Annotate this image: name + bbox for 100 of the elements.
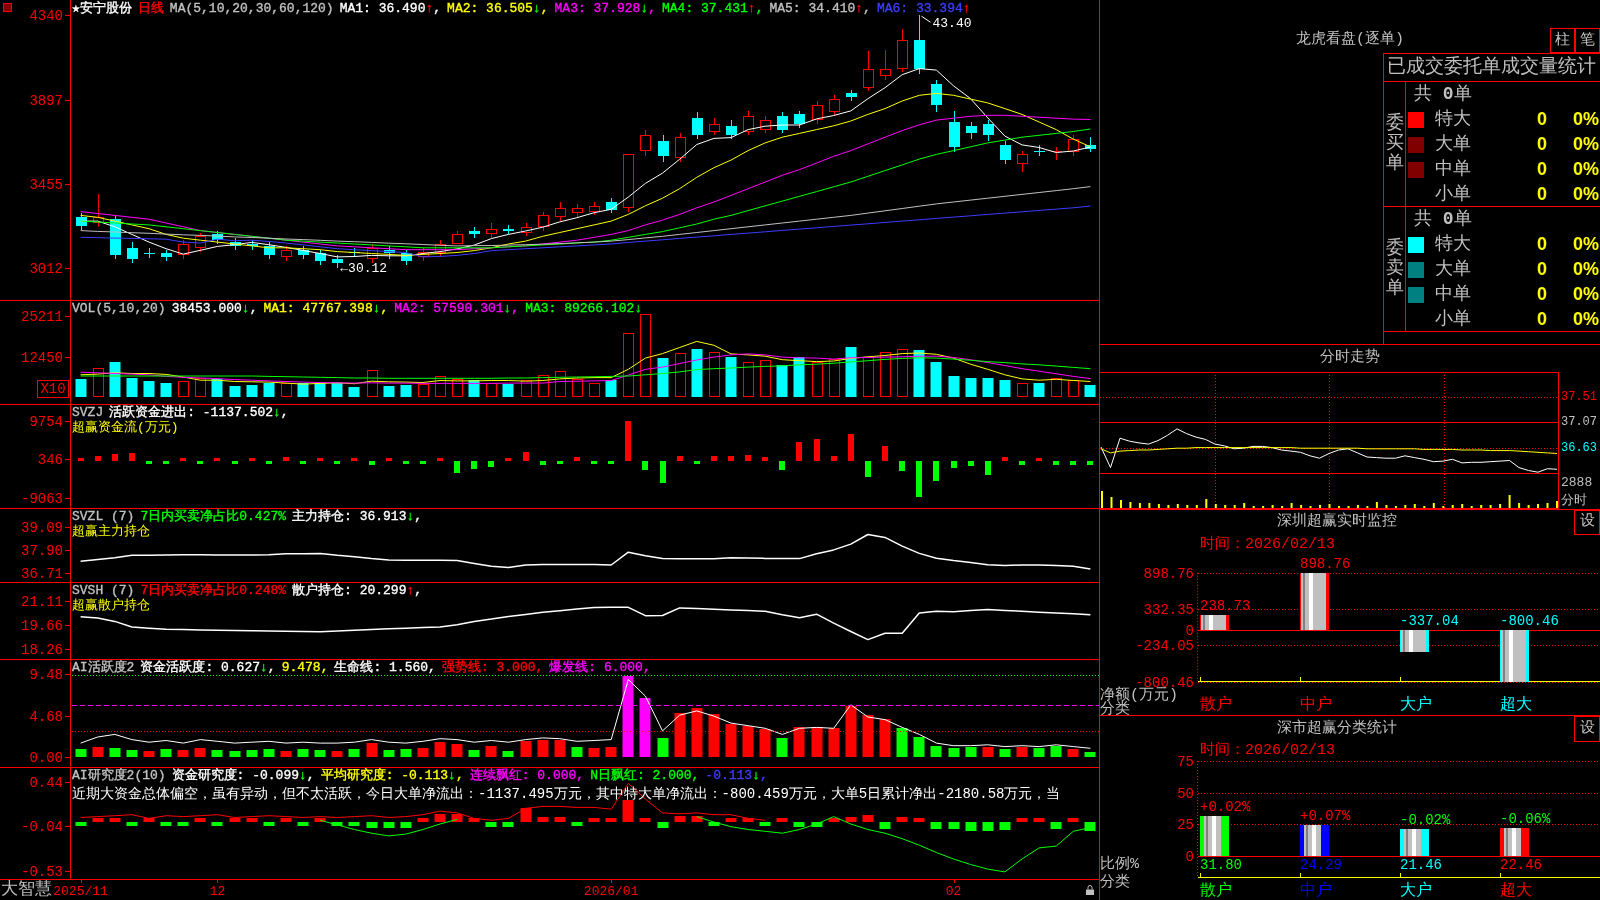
percent-value: 0% (1573, 283, 1599, 306)
axis-label: 37.51 (1561, 389, 1597, 404)
scale-label: 2888 (1561, 474, 1593, 490)
axis-label: 39.09 (21, 519, 63, 536)
value-label: 24.29 (1300, 857, 1342, 873)
row-label: 小单 (1435, 308, 1471, 331)
axis-label: 9.48 (29, 666, 63, 683)
axis-label: 0 (1185, 848, 1194, 865)
axis-label: 75 (1177, 753, 1194, 770)
axis-label: 36.63 (1561, 441, 1597, 456)
axis-label: 9754 (29, 413, 63, 430)
legend-text: 资金研究度: -0.099↓, (171, 768, 315, 783)
row-label: 大单 (1435, 133, 1471, 156)
change-label: +0.07% (1300, 808, 1351, 824)
axis-label: 3455 (29, 176, 63, 193)
total-count: 共 0单 (1414, 84, 1472, 104)
change-label: +0.02% (1200, 799, 1251, 815)
category-label: 大户 (1400, 882, 1432, 900)
value-label: -800.46 (1500, 613, 1559, 629)
legend-text: MA3: 89266.102↓ (525, 301, 643, 316)
legend-text: 爆发线: 6.000, (549, 660, 651, 675)
axis-label: 2025/11 (53, 883, 108, 899)
axis-label: 332.35 (1143, 601, 1194, 618)
legend-text: N日飘红: 2.000, (590, 768, 700, 783)
legend-text: 主力持仓: 36.913↓, (292, 509, 423, 524)
axis-label: 18.26 (21, 641, 63, 658)
section-title: 深市超赢分类统计 (1277, 718, 1397, 739)
value-label: 21.46 (1400, 857, 1442, 873)
row-label: 中单 (1435, 283, 1471, 306)
axis-label: 346 (37, 451, 63, 468)
axis-label: -0.04 (21, 818, 63, 835)
chart-subtitle: 超赢散户持仓 (72, 598, 150, 613)
axis-label: 3897 (29, 92, 63, 109)
axis-label: 12 (209, 883, 226, 899)
table-title: 已成交委托单成交量统计 (1387, 56, 1596, 78)
legend-text: 连续飘红: 0.000, (469, 768, 585, 783)
count-value: 0 (1536, 233, 1547, 256)
chart-subtitle: 时间：2026/02/13 (1200, 741, 1335, 759)
percent-value: 0% (1573, 233, 1599, 256)
count-value: 0 (1536, 108, 1547, 131)
legend-text: 资金活跃度: 0.627↓, (140, 660, 276, 675)
axis-label: 25 (1177, 816, 1194, 833)
legend-text: AI研究度2(10) (72, 768, 166, 783)
axis-label: 3012 (29, 260, 63, 277)
axis-label: -9063 (21, 490, 63, 507)
unit-label: X10 (40, 381, 66, 397)
panel-title: 龙虎看盘(逐单) (1296, 30, 1404, 50)
axis-label: 37.90 (21, 542, 63, 559)
axis-label: 898.76 (1143, 565, 1194, 582)
axis-label: 2026/01 (583, 883, 639, 899)
chart-subtitle: 超赢主力持仓 (72, 524, 150, 539)
legend-text: 活跃资金进出: -1137.502↓, (109, 405, 289, 420)
row-label: 小单 (1435, 183, 1471, 206)
chart-subtitle: 时间：2026/02/13 (1200, 535, 1335, 553)
legend-text: 7日内买卖净占比0.248% (140, 583, 287, 598)
section-title: 分时走势 (1320, 347, 1380, 369)
row-label: 大单 (1435, 258, 1471, 281)
category-label: 超大 (1500, 882, 1532, 900)
axis-label: -0.53 (21, 863, 63, 880)
axis-label: 0 (1185, 622, 1194, 639)
count-value: 0 (1536, 158, 1547, 181)
legend-text: 38453.000↓, (171, 301, 258, 316)
percent-value: 0% (1573, 308, 1599, 331)
count-value: 0 (1536, 183, 1547, 206)
axis-label: 19.66 (21, 617, 63, 634)
group-label: 委买单 (1385, 114, 1404, 174)
axis-label: 25211 (21, 308, 63, 325)
category-label: 散户 (1200, 696, 1232, 714)
legend-text: AI活跃度2 (72, 660, 135, 675)
legend-text: MA1: 47767.398↓, (263, 301, 389, 316)
legend-text: MA1: 36.490↑, (339, 1, 442, 16)
value-label: 22.46 (1500, 857, 1542, 873)
group-label: 委卖单 (1385, 239, 1404, 299)
count-value: 0 (1536, 258, 1547, 281)
legend-text: 生命线: 1.560, (334, 660, 436, 675)
legend-text: MA5: 34.410↑, (769, 1, 871, 16)
row-label: 中单 (1435, 158, 1471, 181)
category-label: 大户 (1400, 696, 1432, 714)
axis-title: 比例% (1100, 855, 1139, 873)
axis-label: 21.11 (21, 593, 63, 610)
axis-label: 12450 (21, 349, 63, 366)
price-annotation: 43.40 (932, 15, 972, 31)
legend-text: MA3: 37.928↓, (554, 1, 656, 16)
legend-text: MA2: 36.505↓, (447, 1, 549, 16)
change-label: -0.06% (1500, 811, 1551, 827)
count-value: 0 (1536, 133, 1547, 156)
axis-label: 50 (1177, 785, 1194, 802)
legend-text: MA(5,10,20,30,60,120) (169, 1, 334, 16)
legend-text: MA6: 33.394↑ (876, 1, 971, 16)
change-label: -0.02% (1400, 812, 1451, 828)
category-label: 中户 (1300, 882, 1332, 900)
axis-label: 4.68 (29, 708, 63, 725)
percent-value: 0% (1573, 158, 1599, 181)
category-label: 散户 (1200, 882, 1232, 900)
count-value: 0 (1536, 308, 1547, 331)
legend-text: 7日内买卖净占比0.427% (140, 509, 287, 524)
axis-label: -234.05 (1135, 637, 1194, 654)
count-value: 0 (1536, 283, 1547, 306)
legend-text: 日线 (137, 1, 164, 16)
axis-label: 36.71 (21, 565, 63, 582)
